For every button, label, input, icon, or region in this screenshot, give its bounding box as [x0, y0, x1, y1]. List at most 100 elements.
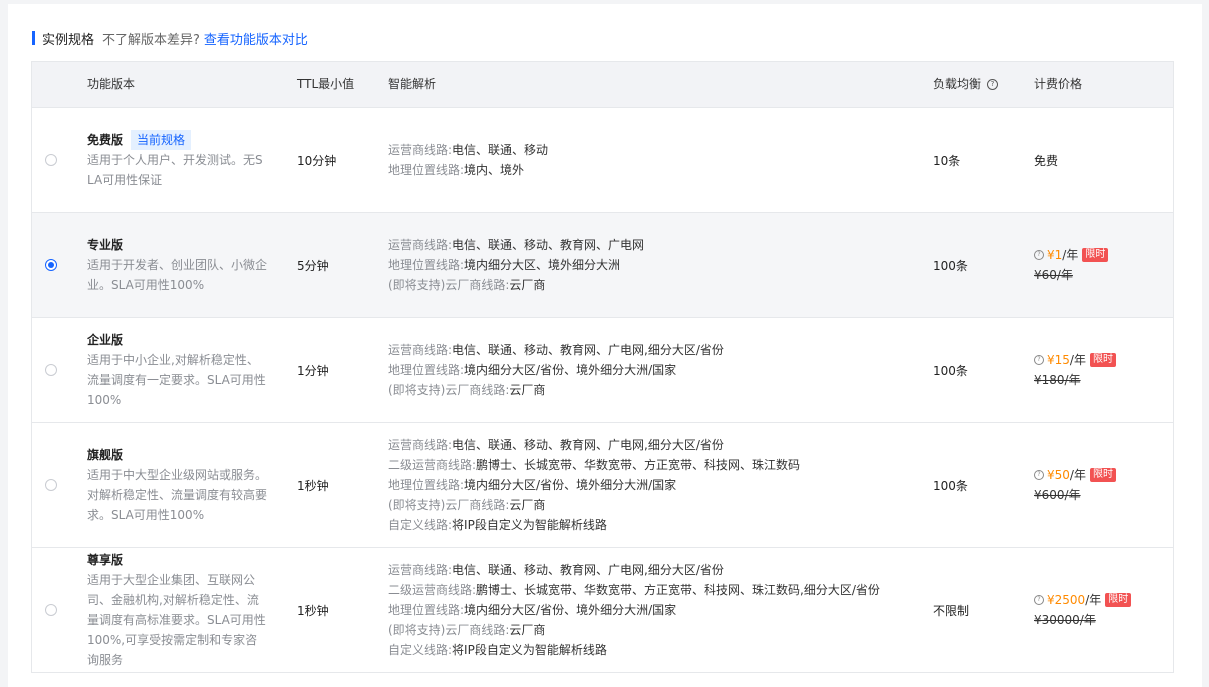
feature-value: 境内细分大区、境外细分大洲	[464, 258, 621, 272]
plan-name-row: 尊享版	[87, 550, 277, 570]
feature-line: 运营商线路:电信、联通、移动	[388, 140, 548, 160]
table-row[interactable]: 旗舰版 适用于中大型企业级网站或服务。对解析稳定性、流量调度有较高要求。SLA可…	[32, 423, 1173, 548]
ttl-cell: 1秒钟	[297, 548, 329, 672]
load-balancing-value: 100条	[933, 478, 968, 493]
load-balancing-value: 100条	[933, 258, 968, 273]
feature-value: 将IP段自定义为智能解析线路	[452, 518, 607, 532]
smart-resolution-cell: 运营商线路:电信、联通、移动、教育网、广电网,细分大区/省份 地理位置线路:境内细…	[388, 318, 724, 422]
price-amount: ¥2500	[1047, 593, 1086, 607]
header-load-balancing: 负载均衡?	[933, 62, 999, 107]
feature-line: 自定义线路:将IP段自定义为智能解析线路	[388, 640, 880, 660]
feature-key: (即将支持)云厂商线路:	[388, 278, 510, 292]
feature-line: 自定义线路:将IP段自定义为智能解析线路	[388, 515, 800, 535]
spec-card: 实例规格 不了解版本差异? 查看功能版本对比 功能版本 TTL最小值 智能解析 …	[8, 4, 1202, 687]
feature-key: 地理位置线路:	[388, 163, 465, 177]
price-help-icon[interactable]: ?	[1034, 355, 1044, 365]
price-original: ¥60/年	[1034, 268, 1073, 282]
feature-key: 地理位置线路:	[388, 258, 465, 272]
smart-resolution-cell: 运营商线路:电信、联通、移动、教育网、广电网,细分大区/省份 二级运营商线路:鹏博…	[388, 423, 800, 547]
load-balancing-cell: 100条	[933, 213, 968, 317]
plan-cell: 尊享版 适用于大型企业集团、互联网公司、金融机构,对解析稳定性、流量调度有高标准…	[87, 548, 277, 672]
price-help-icon[interactable]: ?	[1034, 595, 1044, 605]
feature-key: (即将支持)云厂商线路:	[388, 383, 510, 397]
smart-resolution-cell: 运营商线路:电信、联通、移动、教育网、广电网,细分大区/省份 二级运营商线路:鹏博…	[388, 548, 880, 672]
header-plan: 功能版本	[87, 77, 136, 91]
help-icon[interactable]: ?	[987, 79, 999, 90]
feature-line: 运营商线路:电信、联通、移动、教育网、广电网,细分大区/省份	[388, 560, 880, 580]
ttl-value: 1秒钟	[297, 478, 329, 493]
feature-key: 运营商线路:	[388, 343, 453, 357]
price-current: ? ¥1 /年 限时	[1034, 245, 1109, 265]
plan-radio[interactable]	[45, 259, 57, 271]
feature-line: 运营商线路:电信、联通、移动、教育网、广电网,细分大区/省份	[388, 340, 724, 360]
feature-value: 电信、联通、移动、教育网、广电网	[452, 238, 645, 252]
feature-line: 地理位置线路:境内细分大区、境外细分大洲	[388, 255, 644, 275]
table-row[interactable]: 专业版 适用于开发者、创业团队、小微企业。SLA可用性100% 5分钟 运营商线…	[32, 213, 1173, 318]
price-unit: /年	[1069, 353, 1086, 367]
price-current: ? ¥50 /年 限时	[1034, 465, 1116, 485]
feature-value: 鹏博士、长城宽带、华数宽带、方正宽带、科技网、珠江数码	[476, 458, 801, 472]
price-amount: ¥15	[1047, 353, 1070, 367]
feature-key: 地理位置线路:	[388, 478, 465, 492]
price-cell: ? ¥2500 /年 限时 ¥30000/年	[1034, 548, 1132, 672]
ttl-value: 10分钟	[297, 153, 337, 168]
price-original: ¥30000/年	[1034, 613, 1096, 627]
plan-cell: 免费版 当前规格 适用于个人用户、开发测试。无SLA可用性保证	[87, 108, 277, 212]
price-help-icon[interactable]: ?	[1034, 250, 1044, 260]
feature-value: 境内细分大区/省份、境外细分大洲/国家	[464, 363, 677, 377]
feature-key: 地理位置线路:	[388, 363, 465, 377]
feature-key: 自定义线路:	[388, 643, 453, 657]
price-free: 免费	[1034, 153, 1059, 168]
plan-name: 免费版	[87, 133, 124, 147]
plan-radio[interactable]	[45, 604, 57, 616]
section-header: 实例规格 不了解版本差异? 查看功能版本对比	[32, 29, 308, 48]
load-balancing-cell: 不限制	[933, 548, 969, 672]
plan-name: 专业版	[87, 238, 124, 252]
feature-key: (即将支持)云厂商线路:	[388, 623, 510, 637]
section-title: 实例规格	[42, 32, 95, 48]
table-row[interactable]: 免费版 当前规格 适用于个人用户、开发测试。无SLA可用性保证 10分钟 运营商…	[32, 108, 1173, 213]
plan-description: 适用于大型企业集团、互联网公司、金融机构,对解析稳定性、流量调度有高标准要求。S…	[87, 573, 266, 667]
compare-versions-link[interactable]: 查看功能版本对比	[204, 29, 308, 48]
feature-key: 运营商线路:	[388, 238, 453, 252]
table-header: 功能版本 TTL最小值 智能解析 负载均衡? 计费价格	[32, 62, 1173, 108]
price-cell: ? ¥50 /年 限时 ¥600/年	[1034, 423, 1116, 547]
plan-description: 适用于个人用户、开发测试。无SLA可用性保证	[87, 153, 263, 187]
feature-key: 地理位置线路:	[388, 603, 465, 617]
price-unit: /年	[1085, 593, 1102, 607]
limited-time-badge: 限时	[1089, 468, 1116, 482]
load-balancing-cell: 10条	[933, 108, 960, 212]
table-row[interactable]: 尊享版 适用于大型企业集团、互联网公司、金融机构,对解析稳定性、流量调度有高标准…	[32, 548, 1173, 672]
plan-radio[interactable]	[45, 479, 57, 491]
feature-value: 云厂商	[509, 623, 546, 637]
feature-key: 运营商线路:	[388, 143, 453, 157]
table-row[interactable]: 企业版 适用于中小企业,对解析稳定性、流量调度有一定要求。SLA可用性100% …	[32, 318, 1173, 423]
header-load-balancing-label: 负载均衡	[933, 77, 982, 91]
feature-line: 地理位置线路:境内细分大区/省份、境外细分大洲/国家	[388, 475, 800, 495]
plan-radio[interactable]	[45, 154, 57, 166]
feature-line: 二级运营商线路:鹏博士、长城宽带、华数宽带、方正宽带、科技网、珠江数码,细分大区…	[388, 580, 880, 600]
load-balancing-value: 100条	[933, 363, 968, 378]
price-original: ¥600/年	[1034, 488, 1081, 502]
feature-value: 云厂商	[509, 383, 546, 397]
feature-value: 鹏博士、长城宽带、华数宽带、方正宽带、科技网、珠江数码,细分大区/省份	[476, 583, 880, 597]
plan-radio[interactable]	[45, 364, 57, 376]
feature-line: 地理位置线路:境内细分大区/省份、境外细分大洲/国家	[388, 600, 880, 620]
spec-table: 功能版本 TTL最小值 智能解析 负载均衡? 计费价格 免费版 当前规格 适用于…	[31, 61, 1174, 673]
feature-key: 二级运营商线路:	[388, 458, 477, 472]
ttl-cell: 10分钟	[297, 108, 336, 212]
price-amount: ¥1	[1047, 248, 1063, 262]
feature-value: 境内细分大区/省份、境外细分大洲/国家	[464, 603, 677, 617]
price-help-icon[interactable]: ?	[1034, 470, 1044, 480]
ttl-cell: 1秒钟	[297, 423, 329, 547]
feature-key: 运营商线路:	[388, 563, 453, 577]
plan-description: 适用于开发者、创业团队、小微企业。SLA可用性100%	[87, 258, 268, 292]
feature-line: (即将支持)云厂商线路:云厂商	[388, 620, 880, 640]
header-smart-resolution: 智能解析	[388, 77, 437, 91]
feature-value: 云厂商	[509, 278, 546, 292]
price-cell: ? ¥15 /年 限时 ¥180/年	[1034, 318, 1116, 422]
feature-key: 二级运营商线路:	[388, 583, 477, 597]
feature-line: (即将支持)云厂商线路:云厂商	[388, 275, 644, 295]
feature-line: 地理位置线路:境内细分大区/省份、境外细分大洲/国家	[388, 360, 724, 380]
header-price: 计费价格	[1034, 77, 1083, 91]
